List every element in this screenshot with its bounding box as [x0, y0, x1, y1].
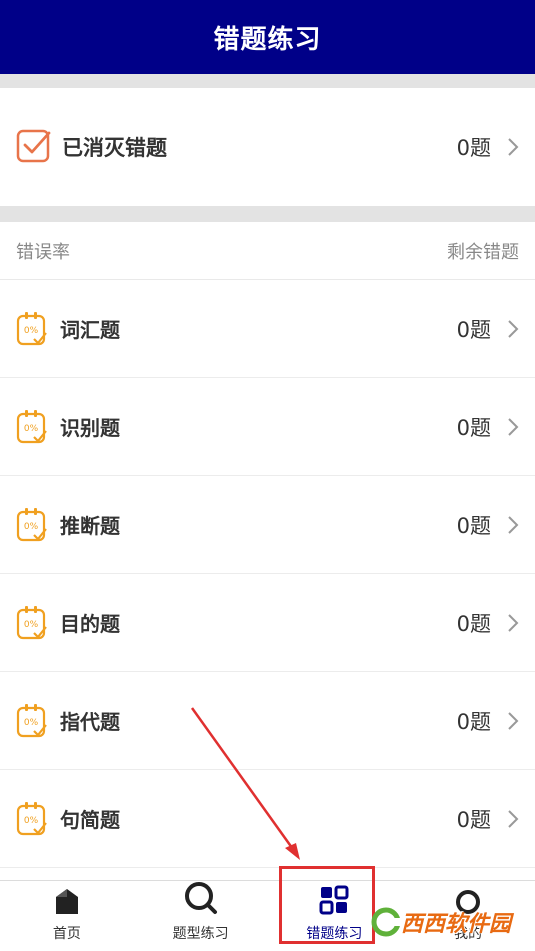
annotation-arrow [190, 707, 300, 860]
watermark-text: 西西软件园 [401, 912, 512, 937]
watermark-c-icon [371, 907, 401, 937]
watermark-logo: 西西软件园 [371, 902, 511, 942]
annotation-highlight-box [279, 866, 375, 944]
